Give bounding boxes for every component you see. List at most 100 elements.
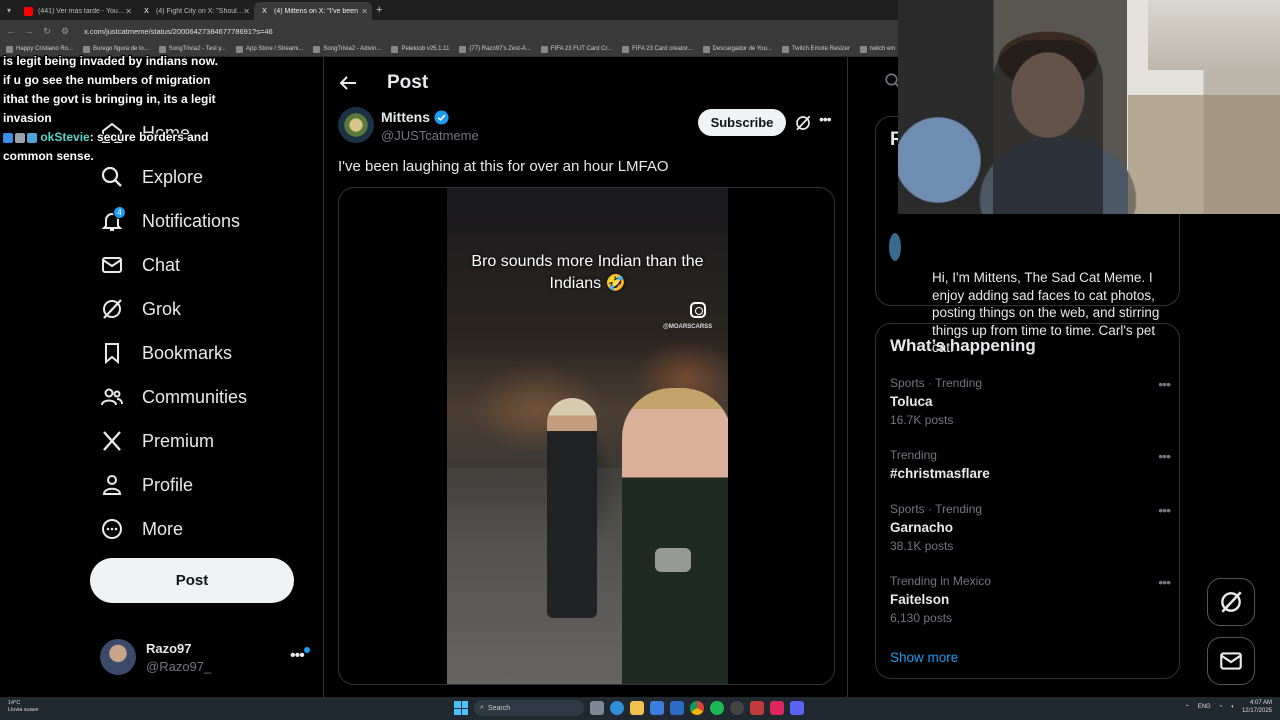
nav-item-profile[interactable]: Profile <box>100 465 193 505</box>
back-icon[interactable]: ← <box>6 26 16 36</box>
author-name-row[interactable]: Mittens <box>381 109 449 125</box>
bookmark-label: Twitch Emote Resizer <box>791 46 850 52</box>
subscribe-button[interactable]: Subscribe <box>698 109 786 136</box>
mail-app-icon[interactable] <box>670 701 684 715</box>
bookmark-item[interactable]: Peletoob v25.1.11 <box>391 45 449 53</box>
reload-icon[interactable]: ↻ <box>42 26 52 37</box>
avatar <box>100 639 136 675</box>
bookmark-icon <box>105 343 119 365</box>
more-icon[interactable]: ••• <box>1158 574 1171 590</box>
bookmark-item[interactable]: (77) Razo97's Zest-A... <box>459 45 531 53</box>
browser-tab-youtube[interactable]: (441) Ver más tarde - YouTube ✕ <box>18 2 136 20</box>
bookmark-label: SongTrivia2 - Adivin... <box>323 46 382 52</box>
weather-widget[interactable]: 14°C Lluvia suave <box>8 700 39 714</box>
bookmark-item[interactable]: Descargador de You... <box>702 45 772 53</box>
instagram-icon <box>690 302 706 318</box>
x-logo-icon: X <box>262 7 267 15</box>
nav-item-grok[interactable]: Grok <box>100 289 181 329</box>
trend-name: Faitelson <box>890 592 950 607</box>
post-detail-column: Post Mittens @JUSTcatmeme Subscribe ••• … <box>323 57 848 697</box>
taskbar-search[interactable]: ⌕ Search <box>474 700 584 716</box>
more-icon[interactable]: ••• <box>819 111 832 127</box>
search-label: Search <box>487 704 511 712</box>
nav-item-premium[interactable]: Premium <box>100 421 214 461</box>
trend-item[interactable]: Sports · Trending Toluca 16.7K posts ••• <box>890 376 1171 436</box>
tab-search-button[interactable]: ▾ <box>0 6 18 15</box>
nav-item-chat[interactable]: Chat <box>100 245 180 285</box>
site-info-icon[interactable]: ⚙ <box>60 26 70 37</box>
language-indicator[interactable]: ENG <box>1198 704 1211 710</box>
bookmark-label: FIFA 23 Card creator... <box>632 46 693 52</box>
clock[interactable]: 4:07 AM 12/17/2025 <box>1242 699 1272 715</box>
nav-item-notifications[interactable]: 4 Notifications <box>100 201 240 241</box>
messages-float-button[interactable] <box>1207 637 1255 685</box>
bookmark-item[interactable]: SongTrivia2 - Adivin... <box>313 45 382 53</box>
bookmark-item[interactable]: twitch em <box>859 45 895 53</box>
bookmark-item[interactable]: FIFA 23 FUT Card Cr... <box>540 45 612 53</box>
account-switcher[interactable]: Razo97 @Razo97_ ••• <box>100 637 314 677</box>
more-circle-icon <box>102 519 122 539</box>
spotify-icon[interactable] <box>710 701 724 715</box>
browser-tab-mittens[interactable]: X (4) Mittens on X: "I've been ✕ <box>254 2 372 20</box>
close-icon[interactable]: ✕ <box>125 7 132 16</box>
trend-context: Trending in Mexico <box>890 574 991 588</box>
author-avatar[interactable] <box>338 107 374 143</box>
more-icon[interactable]: ••• <box>1158 448 1171 464</box>
clock-date: 12/17/2025 <box>1241 708 1272 714</box>
show-more-link[interactable]: Show more <box>890 650 958 665</box>
nav-label: Profile <box>142 474 194 495</box>
trend-context: Trending <box>890 448 937 462</box>
obs-icon[interactable] <box>730 701 744 715</box>
chrome-icon[interactable] <box>690 701 704 715</box>
trends-title: What’s happening <box>890 336 1036 355</box>
tray-chevron-icon[interactable]: ⌃ <box>1185 704 1190 711</box>
store-icon[interactable] <box>650 701 664 715</box>
windows-start-icon[interactable] <box>454 701 468 715</box>
bookmark-item[interactable]: FIFA 23 Card creator... <box>622 45 693 53</box>
more-icon[interactable]: ••• <box>1158 502 1171 518</box>
trend-item[interactable]: Trending #christmasflare ••• <box>890 448 1171 508</box>
grok-icon[interactable] <box>794 114 812 132</box>
avatar[interactable] <box>889 233 901 261</box>
nav-item-more[interactable]: More <box>100 509 183 549</box>
video-player[interactable]: Bro sounds more Indian than the Indians … <box>447 188 728 684</box>
nav-label: Explore <box>142 166 204 187</box>
nav-label: Bookmarks <box>142 342 233 363</box>
bookmark-icon <box>781 45 789 53</box>
browser-tab-fight-city[interactable]: X (4) Fight City on X: "Should leg ✕ <box>136 2 254 20</box>
post-media[interactable]: Bro sounds more Indian than the Indians … <box>338 187 835 685</box>
forward-icon[interactable]: → <box>24 26 34 36</box>
file-explorer-icon[interactable] <box>630 701 644 715</box>
author-handle[interactable]: @JUSTcatmeme <box>381 128 479 143</box>
close-icon[interactable]: ✕ <box>243 7 250 16</box>
bookmark-item[interactable]: Twitch Emote Resizer <box>781 45 850 53</box>
weather-temp: 14°C <box>8 700 21 706</box>
trend-item[interactable]: Sports · Trending Garnacho 38.1K posts •… <box>890 502 1171 562</box>
back-arrow-icon[interactable] <box>338 73 358 93</box>
wifi-icon[interactable]: ◔ <box>1219 704 1223 710</box>
new-tab-button[interactable]: + <box>376 4 382 16</box>
trend-item[interactable]: Trending in Mexico Faitelson 6,130 posts… <box>890 574 1171 634</box>
badge-icon <box>27 132 37 143</box>
notification-badge: 4 <box>113 206 126 219</box>
close-icon[interactable]: ✕ <box>361 7 368 16</box>
post-button[interactable]: Post <box>90 558 294 603</box>
more-icon[interactable]: ••• <box>290 647 305 665</box>
x-logo-icon <box>103 431 121 451</box>
grok-float-button[interactable] <box>1207 578 1255 626</box>
unread-dot <box>304 647 310 653</box>
trend-context: Sports · Trending <box>890 376 983 390</box>
nav-item-communities[interactable]: Communities <box>100 377 247 417</box>
bookmark-icon <box>235 45 243 53</box>
discord-icon[interactable] <box>790 701 804 715</box>
more-icon[interactable]: ••• <box>1158 376 1171 392</box>
music-icon[interactable] <box>770 701 784 715</box>
game-icon[interactable] <box>750 701 764 715</box>
volume-icon[interactable]: ◖ <box>1230 704 1234 710</box>
bookmark-label: App Store / Streami... <box>245 46 304 52</box>
bookmark-item[interactable]: App Store / Streami... <box>235 45 304 53</box>
task-view-icon[interactable] <box>590 701 604 715</box>
edge-icon[interactable] <box>610 701 624 715</box>
url-field[interactable]: x.com/justcatmeme/status/200064273846777… <box>84 27 273 36</box>
nav-item-bookmarks[interactable]: Bookmarks <box>100 333 232 373</box>
